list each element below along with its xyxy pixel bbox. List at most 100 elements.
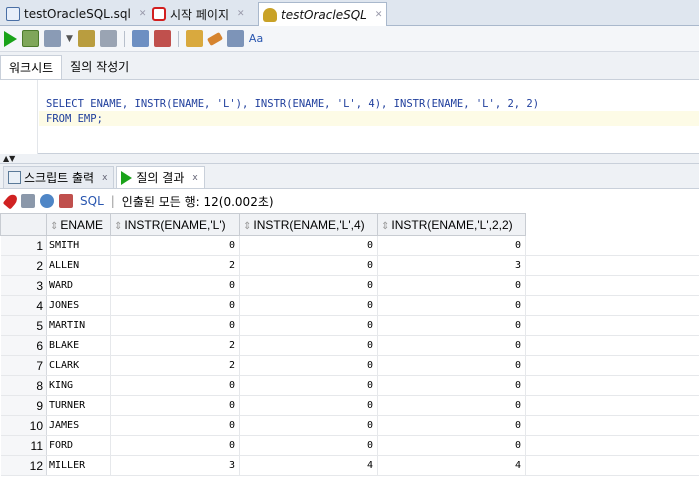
instr-l-2-2-cell[interactable]: 0 (377, 415, 526, 436)
instr-l-2-2-cell[interactable]: 0 (377, 275, 526, 296)
instr-l-4-cell[interactable]: 4 (239, 455, 378, 476)
row-number[interactable]: 11 (0, 435, 47, 456)
table-row[interactable]: 2 ALLEN 2 0 3 (0, 255, 699, 276)
table-row[interactable]: 5 MARTIN 0 0 0 (0, 315, 699, 336)
ename-cell[interactable]: FORD (46, 435, 111, 456)
instr-l-cell[interactable]: 0 (110, 295, 240, 316)
collapse-arrows-icon[interactable]: ▲▼ (3, 154, 15, 163)
table-row[interactable]: 9 TURNER 0 0 0 (0, 395, 699, 416)
instr-l-cell[interactable]: 0 (110, 435, 240, 456)
ename-cell[interactable]: BLAKE (46, 335, 111, 356)
instr-l-4-cell[interactable]: 0 (239, 255, 378, 276)
sql-link[interactable]: SQL (80, 194, 104, 208)
close-icon[interactable]: x (192, 173, 197, 183)
instr-l-4-cell[interactable]: 0 (239, 375, 378, 396)
sql-history-icon[interactable] (226, 30, 244, 47)
instr-l-cell[interactable]: 0 (110, 235, 240, 256)
instr-l-2-2-cell[interactable]: 0 (377, 435, 526, 456)
chevron-down-icon[interactable]: ▼ (66, 34, 73, 44)
unshared-sql-icon[interactable] (185, 30, 203, 47)
instr-l-2-2-cell[interactable]: 0 (377, 375, 526, 396)
tab-query-builder[interactable]: 질의 작성기 (62, 55, 137, 79)
table-row[interactable]: 8 KING 0 0 0 (0, 375, 699, 396)
ename-cell[interactable]: JAMES (46, 415, 111, 436)
instr-l-2-2-cell[interactable]: 0 (377, 315, 526, 336)
tab-start-page[interactable]: 시작 페이지 ✕ (148, 2, 249, 26)
row-number[interactable]: 8 (0, 375, 47, 396)
ename-cell[interactable]: KING (46, 375, 111, 396)
instr-l-cell[interactable]: 2 (110, 335, 240, 356)
instr-l-4-cell[interactable]: 0 (239, 315, 378, 336)
run-statement-icon[interactable] (4, 30, 17, 47)
row-number[interactable]: 5 (0, 315, 47, 336)
ename-cell[interactable]: SMITH (46, 235, 111, 256)
column-header-instr-1[interactable]: ⇕ INSTR(ENAME,'L') (110, 213, 240, 236)
table-row[interactable]: 1 SMITH 0 0 0 (0, 235, 699, 256)
instr-l-cell[interactable]: 0 (110, 315, 240, 336)
instr-l-4-cell[interactable]: 0 (239, 235, 378, 256)
instr-l-2-2-cell[interactable]: 0 (377, 395, 526, 416)
table-row[interactable]: 7 CLARK 2 0 0 (0, 355, 699, 376)
row-number[interactable]: 10 (0, 415, 47, 436)
instr-l-4-cell[interactable]: 0 (239, 415, 378, 436)
column-header-instr-3[interactable]: ⇕ INSTR(ENAME,'L',2,2) (377, 213, 526, 236)
instr-l-4-cell[interactable]: 0 (239, 435, 378, 456)
autotrace-icon[interactable] (77, 30, 95, 47)
table-row[interactable]: 12 MILLER 3 4 4 (0, 455, 699, 476)
instr-l-cell[interactable]: 0 (110, 375, 240, 396)
instr-l-4-cell[interactable]: 0 (239, 395, 378, 416)
clear-icon[interactable] (206, 31, 223, 46)
row-number[interactable]: 12 (0, 455, 47, 476)
cancel-query-icon[interactable] (59, 194, 73, 208)
ename-cell[interactable]: ALLEN (46, 255, 111, 276)
row-number[interactable]: 7 (0, 355, 47, 376)
close-icon[interactable]: x (102, 173, 107, 183)
row-number[interactable]: 2 (0, 255, 47, 276)
instr-l-2-2-cell[interactable]: 0 (377, 295, 526, 316)
print-icon[interactable] (21, 194, 35, 208)
instr-l-2-2-cell[interactable]: 0 (377, 335, 526, 356)
tab-query-result[interactable]: 질의 결과 x (116, 166, 205, 188)
table-row[interactable]: 10 JAMES 0 0 0 (0, 415, 699, 436)
row-number[interactable]: 4 (0, 295, 47, 316)
close-icon[interactable]: ✕ (375, 10, 383, 20)
table-row[interactable]: 6 BLAKE 2 0 0 (0, 335, 699, 356)
instr-l-cell[interactable]: 0 (110, 275, 240, 296)
ename-cell[interactable]: TURNER (46, 395, 111, 416)
refresh-icon[interactable] (40, 194, 54, 208)
ename-cell[interactable]: MARTIN (46, 315, 111, 336)
explain-plan-icon[interactable] (44, 30, 61, 47)
instr-l-cell[interactable]: 3 (110, 455, 240, 476)
instr-l-cell[interactable]: 2 (110, 255, 240, 276)
ename-cell[interactable]: CLARK (46, 355, 111, 376)
column-header-ename[interactable]: ⇕ ENAME (46, 213, 111, 236)
pin-icon[interactable] (2, 192, 20, 210)
pane-splitter[interactable]: ▲▼ (0, 154, 699, 164)
instr-l-4-cell[interactable]: 0 (239, 275, 378, 296)
ename-cell[interactable]: MILLER (46, 455, 111, 476)
instr-l-cell[interactable]: 0 (110, 415, 240, 436)
commit-icon[interactable] (131, 30, 149, 47)
instr-l-2-2-cell[interactable]: 0 (377, 235, 526, 256)
ename-cell[interactable]: WARD (46, 275, 111, 296)
instr-l-4-cell[interactable]: 0 (239, 335, 378, 356)
sql-editor[interactable]: SELECT ENAME, INSTR(ENAME, 'L'), INSTR(E… (0, 80, 699, 154)
table-row[interactable]: 11 FORD 0 0 0 (0, 435, 699, 456)
table-row[interactable]: 3 WARD 0 0 0 (0, 275, 699, 296)
tab-script-output[interactable]: 스크립트 출력 x (3, 166, 115, 188)
run-script-icon[interactable] (22, 30, 39, 47)
instr-l-cell[interactable]: 2 (110, 355, 240, 376)
instr-l-4-cell[interactable]: 0 (239, 295, 378, 316)
table-row[interactable]: 4 JONES 0 0 0 (0, 295, 699, 316)
row-number[interactable]: 3 (0, 275, 47, 296)
code-line-1[interactable]: SELECT ENAME, INSTR(ENAME, 'L'), INSTR(E… (46, 98, 539, 110)
instr-l-2-2-cell[interactable]: 4 (377, 455, 526, 476)
tab-worksheet[interactable]: 워크시트 (0, 55, 63, 79)
code-line-2[interactable]: FROM EMP; (46, 113, 103, 125)
instr-l-cell[interactable]: 0 (110, 395, 240, 416)
ename-cell[interactable]: JONES (46, 295, 111, 316)
tab-worksheet-connection[interactable]: testOracleSQL ✕ (258, 2, 388, 26)
sql-tuning-icon[interactable] (99, 30, 117, 47)
close-icon[interactable]: ✕ (237, 9, 245, 19)
instr-l-2-2-cell[interactable]: 3 (377, 255, 526, 276)
